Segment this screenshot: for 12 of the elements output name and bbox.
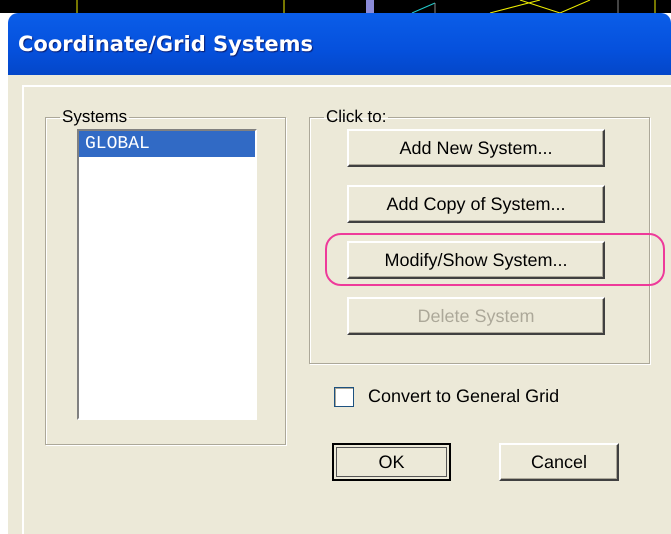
ok-button[interactable]: OK bbox=[332, 443, 451, 481]
action-button[interactable]: Modify/Show System... bbox=[347, 241, 605, 279]
checkbox-label: Convert to General Grid bbox=[368, 386, 560, 407]
action-button[interactable]: Add New System... bbox=[347, 129, 605, 167]
cancel-button[interactable]: Cancel bbox=[499, 443, 619, 481]
action-button[interactable]: Add Copy of System... bbox=[347, 185, 605, 223]
list-item[interactable]: GLOBAL bbox=[79, 131, 255, 157]
group-label: Click to: bbox=[325, 107, 388, 127]
checkbox[interactable] bbox=[334, 386, 354, 406]
systems-list[interactable]: GLOBAL bbox=[77, 129, 257, 420]
window-title: Coordinate/Grid Systems bbox=[18, 32, 314, 56]
group-label: Systems bbox=[61, 107, 128, 127]
